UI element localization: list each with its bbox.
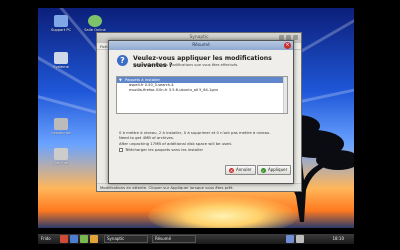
- group-label: Paquets à installer: [124, 77, 161, 82]
- download-only-option[interactable]: Télécharger les paquets sans les install…: [119, 147, 203, 152]
- question-icon: ?: [117, 55, 128, 66]
- apply-label: Appliquer: [268, 167, 288, 172]
- summary-info: 0 à mettre à niveau, 2 à installer, 0 à …: [119, 130, 271, 146]
- start-label: Frido: [41, 236, 51, 241]
- info-line: After unpacking 17MB of additional disk …: [119, 140, 233, 146]
- desktop-icon-systeme[interactable]: Systeme: [46, 52, 76, 69]
- launcher-icon[interactable]: [70, 235, 78, 243]
- launcher-icon[interactable]: [60, 235, 68, 243]
- screen: Support PC Salle Online Systeme Lecteur …: [0, 0, 400, 250]
- launcher-icon[interactable]: [80, 235, 88, 243]
- dialog-subtitle: Voici le résumé des modifications que vo…: [133, 63, 239, 67]
- desktop-icon-label: Support PC: [50, 28, 72, 32]
- check-icon: ✓: [261, 167, 266, 173]
- task-synaptic[interactable]: Synaptic: [104, 235, 148, 243]
- desktop-icon-salle-online[interactable]: Salle Online: [80, 15, 110, 32]
- clock[interactable]: 18:10: [332, 235, 344, 243]
- close-icon[interactable]: ×: [284, 42, 291, 49]
- taskbar: Frido Synaptic Résumé 18:10: [38, 234, 354, 244]
- task-resume[interactable]: Résumé: [152, 235, 196, 243]
- cancel-label: Annuler: [236, 167, 252, 172]
- status-bar: Modifications en attente. Cliquer sur Ap…: [97, 183, 301, 191]
- computer-icon: [54, 52, 68, 64]
- summary-dialog: Résumé × ? Veulez-vous appliquer les mod…: [108, 40, 294, 184]
- task-label: Résumé: [155, 236, 172, 241]
- desktop-icon-salle[interactable]: Salle de: [46, 148, 76, 165]
- launcher-icon[interactable]: [90, 235, 98, 243]
- scrollbar[interactable]: [283, 77, 287, 113]
- start-button[interactable]: Frido: [39, 235, 53, 243]
- folder-icon: [54, 148, 68, 160]
- cancel-icon: ✕: [229, 167, 234, 173]
- dialog-header: ? Veulez-vous appliquer les modification…: [109, 50, 293, 72]
- desktop-icon-label: Lecteur de: [51, 131, 71, 135]
- volume-icon[interactable]: [296, 235, 304, 243]
- list-item[interactable]: mozilla-firefox-l10n-fr 3.5.6-ubuntu_all…: [117, 88, 287, 93]
- dialog-title: Résumé: [192, 43, 210, 48]
- cancel-button[interactable]: ✕ Annuler: [225, 165, 256, 175]
- desktop-icon-lecteur[interactable]: Lecteur de: [46, 118, 76, 135]
- download-only-checkbox[interactable]: [119, 148, 123, 152]
- support-icon: [54, 15, 68, 27]
- dialog-titlebar[interactable]: Résumé ×: [109, 41, 293, 50]
- desktop-icon-label: Systeme: [53, 65, 69, 69]
- globe-icon: [88, 15, 102, 27]
- expander-triangle-icon[interactable]: ▼: [119, 78, 122, 82]
- network-icon[interactable]: [286, 235, 294, 243]
- desktop-icon-support[interactable]: Support PC: [46, 15, 76, 32]
- changes-list[interactable]: ▼ Paquets à installer aspell-fr 0.50_3-s…: [116, 76, 288, 114]
- download-only-label: Télécharger les paquets sans les install…: [125, 147, 204, 152]
- apply-button[interactable]: ✓ Appliquer: [257, 165, 292, 175]
- desktop-icon-label: Salle de: [53, 161, 69, 165]
- drive-icon: [54, 118, 68, 130]
- task-label: Synaptic: [107, 236, 125, 241]
